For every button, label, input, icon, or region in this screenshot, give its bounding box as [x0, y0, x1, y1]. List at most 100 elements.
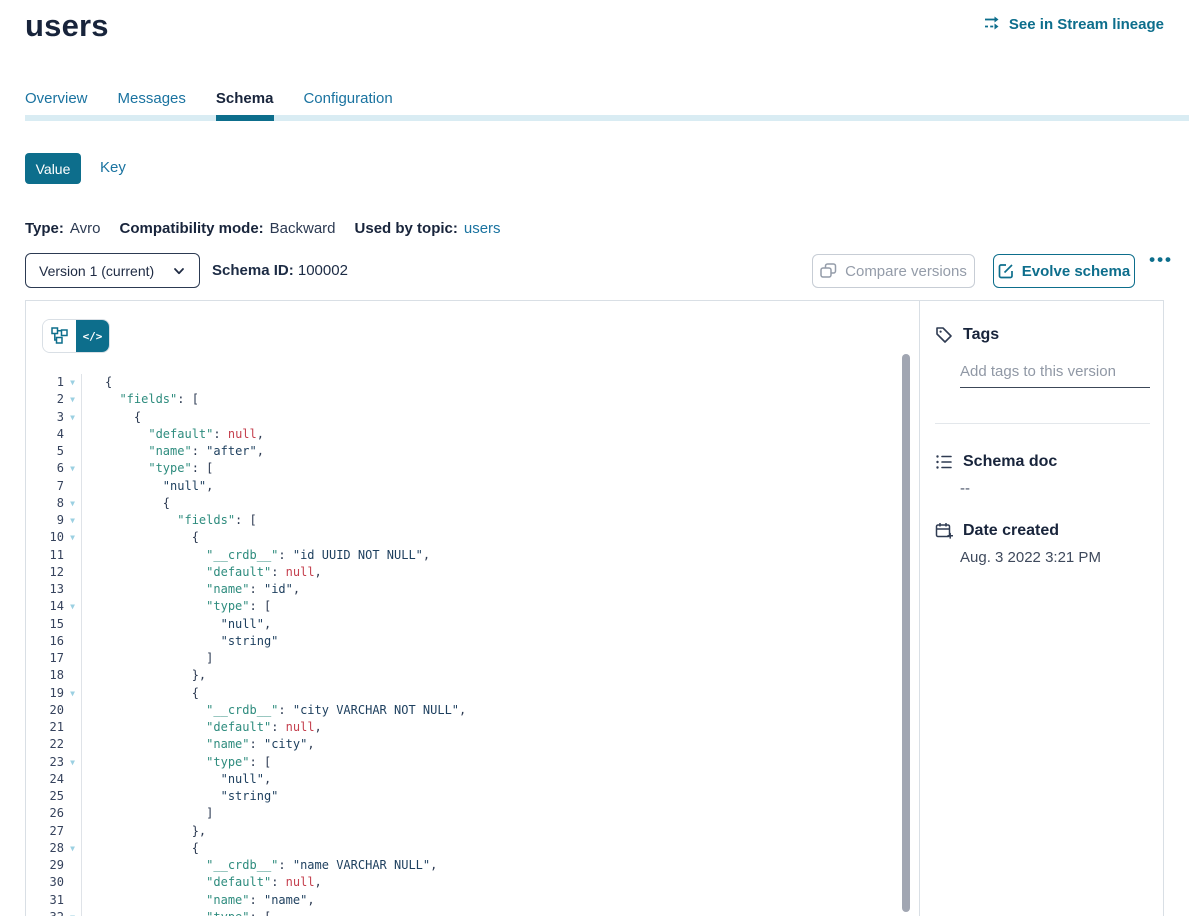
- compatibility-label: Compatibility mode:: [119, 220, 263, 237]
- code-text: "name": "after",: [82, 443, 264, 460]
- code-line: 6▼ "type": [: [26, 460, 902, 477]
- line-number: 17: [26, 650, 64, 667]
- tab-messages[interactable]: Messages: [118, 90, 186, 117]
- fold-marker-icon[interactable]: ▼: [64, 529, 82, 546]
- fold-marker-icon: [64, 426, 82, 443]
- line-number: 1: [26, 374, 64, 391]
- code-line: 3▼ {: [26, 409, 902, 426]
- fold-marker-icon: [64, 874, 82, 891]
- code-text: "default": null,: [82, 564, 322, 581]
- value-toggle-button[interactable]: Value: [25, 153, 81, 184]
- more-actions-button[interactable]: •••: [1149, 250, 1173, 270]
- fold-marker-icon[interactable]: ▼: [64, 391, 82, 408]
- fold-marker-icon[interactable]: ▼: [64, 754, 82, 771]
- code-text: "type": [: [82, 754, 271, 771]
- code-text: "string": [82, 788, 278, 805]
- line-number: 6: [26, 460, 64, 477]
- tree-view-button[interactable]: [43, 320, 76, 352]
- code-line: 15 "null",: [26, 616, 902, 633]
- code-text: "null",: [82, 478, 213, 495]
- code-text: "name": "id",: [82, 581, 300, 598]
- tab-overview[interactable]: Overview: [25, 90, 88, 117]
- used-by-topic-link[interactable]: users: [464, 220, 501, 237]
- line-number: 13: [26, 581, 64, 598]
- see-in-stream-lineage-link[interactable]: See in Stream lineage: [984, 15, 1164, 33]
- used-by-topic-label: Used by topic:: [355, 220, 458, 237]
- code-text: },: [82, 667, 206, 684]
- line-number: 19: [26, 685, 64, 702]
- key-toggle-button[interactable]: Key: [100, 159, 126, 176]
- fold-marker-icon[interactable]: ▼: [64, 840, 82, 857]
- fold-marker-icon[interactable]: ▼: [64, 495, 82, 512]
- calendar-add-icon: [935, 522, 953, 540]
- add-tags-input[interactable]: [960, 363, 1150, 388]
- line-number: 28: [26, 840, 64, 857]
- line-number: 27: [26, 823, 64, 840]
- fold-marker-icon[interactable]: ▼: [64, 374, 82, 391]
- line-number: 31: [26, 892, 64, 909]
- code-line: 21 "default": null,: [26, 719, 902, 736]
- fold-marker-icon: [64, 736, 82, 753]
- fold-marker-icon[interactable]: ▼: [64, 460, 82, 477]
- evolve-schema-button[interactable]: Evolve schema: [993, 254, 1135, 288]
- code-line: 26 ]: [26, 805, 902, 822]
- code-line: 1▼{: [26, 374, 902, 391]
- tree-view-icon: [51, 327, 69, 345]
- tag-icon: [935, 326, 953, 344]
- line-number: 8: [26, 495, 64, 512]
- line-number: 3: [26, 409, 64, 426]
- tags-title: Tags: [963, 326, 999, 344]
- line-number: 15: [26, 616, 64, 633]
- fold-marker-icon[interactable]: ▼: [64, 512, 82, 529]
- tab-schema[interactable]: Schema: [216, 90, 274, 117]
- fold-marker-icon: [64, 805, 82, 822]
- schema-code-editor[interactable]: 1▼{2▼ "fields": [3▼ {4 "default": null,5…: [26, 374, 902, 916]
- fold-marker-icon: [64, 581, 82, 598]
- code-view-button[interactable]: </>: [76, 320, 109, 352]
- code-line: 18 },: [26, 667, 902, 684]
- code-line: 27 },: [26, 823, 902, 840]
- code-text: "__crdb__": "name VARCHAR NULL",: [82, 857, 437, 874]
- line-number: 25: [26, 788, 64, 805]
- line-number: 4: [26, 426, 64, 443]
- code-text: {: [82, 840, 199, 857]
- fold-marker-icon: [64, 892, 82, 909]
- code-line: 20 "__crdb__": "city VARCHAR NOT NULL",: [26, 702, 902, 719]
- code-line: 25 "string": [26, 788, 902, 805]
- code-text: {: [82, 685, 199, 702]
- line-number: 5: [26, 443, 64, 460]
- fold-marker-icon: [64, 616, 82, 633]
- fold-marker-icon[interactable]: ▼: [64, 685, 82, 702]
- code-line: 8▼ {: [26, 495, 902, 512]
- fold-marker-icon: [64, 771, 82, 788]
- fold-marker-icon[interactable]: ▼: [64, 909, 82, 916]
- line-number: 32: [26, 909, 64, 916]
- page-title: users: [25, 8, 109, 44]
- line-number: 10: [26, 529, 64, 546]
- compare-versions-label: Compare versions: [845, 263, 967, 280]
- code-line: 32▼ "type": [: [26, 909, 902, 916]
- tab-configuration[interactable]: Configuration: [303, 90, 392, 117]
- code-line: 23▼ "type": [: [26, 754, 902, 771]
- version-dropdown-value: Version 1 (current): [39, 263, 154, 279]
- code-line: 29 "__crdb__": "name VARCHAR NULL",: [26, 857, 902, 874]
- code-text: {: [82, 529, 199, 546]
- fold-marker-icon[interactable]: ▼: [64, 598, 82, 615]
- line-number: 24: [26, 771, 64, 788]
- doc-list-icon: [935, 453, 953, 471]
- editor-scrollbar[interactable]: [902, 354, 910, 912]
- schema-doc-title: Schema doc: [963, 453, 1057, 471]
- code-text: {: [82, 409, 141, 426]
- version-dropdown[interactable]: Version 1 (current): [25, 253, 200, 288]
- line-number: 26: [26, 805, 64, 822]
- code-line: 19▼ {: [26, 685, 902, 702]
- schema-doc-section: Schema doc --: [935, 453, 1143, 497]
- code-line: 13 "name": "id",: [26, 581, 902, 598]
- code-line: 11 "__crdb__": "id UUID NOT NULL",: [26, 547, 902, 564]
- fold-marker-icon[interactable]: ▼: [64, 409, 82, 426]
- date-created-section: Date created Aug. 3 2022 3:21 PM: [935, 522, 1143, 566]
- code-line: 22 "name": "city",: [26, 736, 902, 753]
- line-number: 2: [26, 391, 64, 408]
- code-line: 10▼ {: [26, 529, 902, 546]
- compare-versions-button[interactable]: Compare versions: [812, 254, 975, 288]
